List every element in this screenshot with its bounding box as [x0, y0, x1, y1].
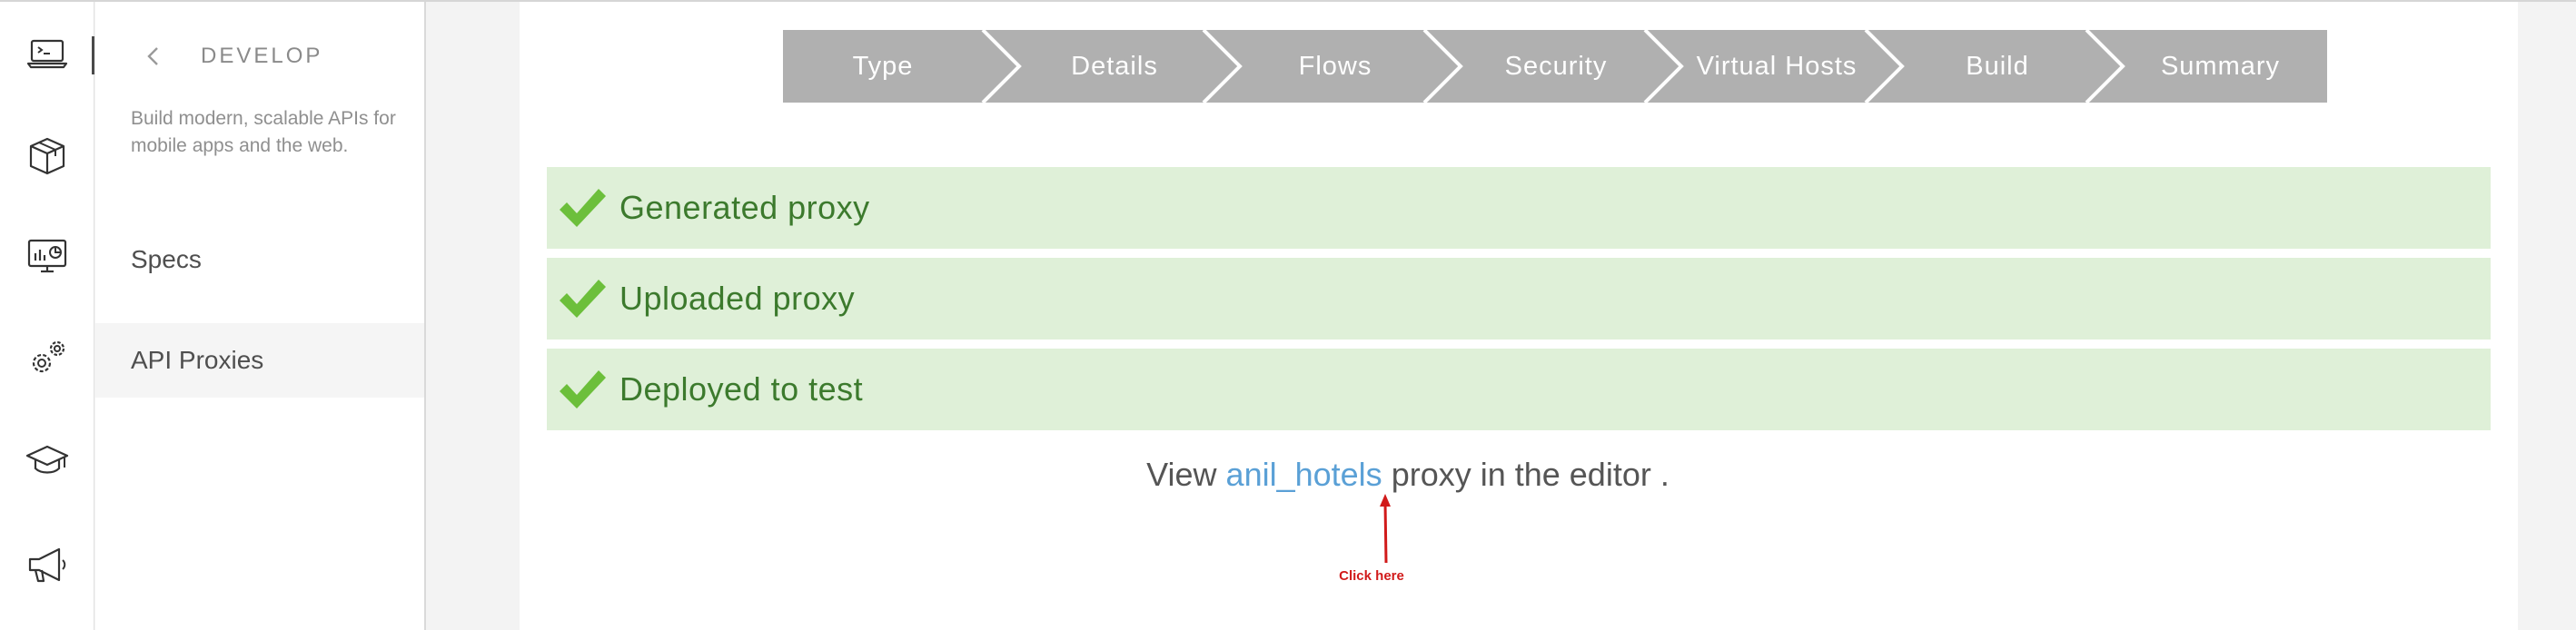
menu-title: DEVELOP	[201, 44, 323, 68]
app-window: DEVELOP Build modern, scalable APIs for …	[0, 0, 2576, 630]
megaphone-icon	[28, 547, 66, 583]
step-build[interactable]: Build	[1893, 30, 2102, 103]
check-icon	[560, 370, 606, 409]
develop-menu: DEVELOP Build modern, scalable APIs for …	[95, 2, 426, 630]
terminal-laptop-icon	[26, 39, 68, 69]
step-virtual-hosts[interactable]: Virtual Hosts	[1672, 30, 1881, 103]
rail-item-admin[interactable]	[0, 321, 94, 394]
rail-item-analyze[interactable]	[0, 220, 94, 292]
status-text: Deployed to test	[619, 370, 864, 408]
view-suffix: proxy in the editor .	[1391, 456, 1669, 493]
menu-item-label: API Proxies	[131, 346, 264, 374]
chevron-left-icon	[147, 47, 158, 65]
step-security[interactable]: Security	[1451, 30, 1660, 103]
rail-item-develop[interactable]	[0, 18, 94, 91]
step-summary[interactable]: Summary	[2114, 30, 2327, 103]
gears-icon	[32, 340, 65, 373]
status-deployed-to-test: Deployed to test	[547, 349, 2491, 430]
proxy-wizard-steps: Type Details Flows Security Virtual Host…	[783, 30, 2327, 103]
menu-item-specs[interactable]: Specs	[95, 222, 424, 297]
annotation-arrow-icon	[1380, 494, 1391, 564]
icon-rail	[0, 2, 94, 630]
check-icon	[560, 280, 606, 318]
rail-item-publish[interactable]	[0, 120, 94, 192]
rail-item-learn[interactable]	[0, 425, 94, 497]
status-uploaded-proxy: Uploaded proxy	[547, 258, 2491, 340]
step-flows[interactable]: Flows	[1231, 30, 1440, 103]
menu-description: Build modern, scalable APIs for mobile a…	[131, 108, 396, 156]
proxy-editor-link[interactable]: anil_hotels	[1226, 456, 1382, 493]
graduation-cap-icon	[25, 445, 69, 474]
menu-item-label: Specs	[131, 245, 202, 273]
view-prefix: View	[1146, 456, 1217, 493]
analytics-monitor-icon	[27, 239, 67, 273]
check-icon	[560, 189, 606, 227]
annotation-label: Click here	[1339, 568, 1404, 584]
menu-item-api-proxies[interactable]: API Proxies	[95, 323, 424, 398]
package-box-icon	[29, 137, 65, 175]
step-type[interactable]: Type	[783, 30, 983, 103]
view-proxy-message: View anil_hotels proxy in the editor .	[908, 456, 1907, 494]
status-text: Uploaded proxy	[619, 280, 856, 317]
rail-item-announcements[interactable]	[0, 528, 94, 601]
status-text: Generated proxy	[619, 189, 870, 226]
step-details[interactable]: Details	[1010, 30, 1219, 103]
status-generated-proxy: Generated proxy	[547, 167, 2491, 249]
back-to-menu[interactable]: DEVELOP	[143, 38, 322, 74]
